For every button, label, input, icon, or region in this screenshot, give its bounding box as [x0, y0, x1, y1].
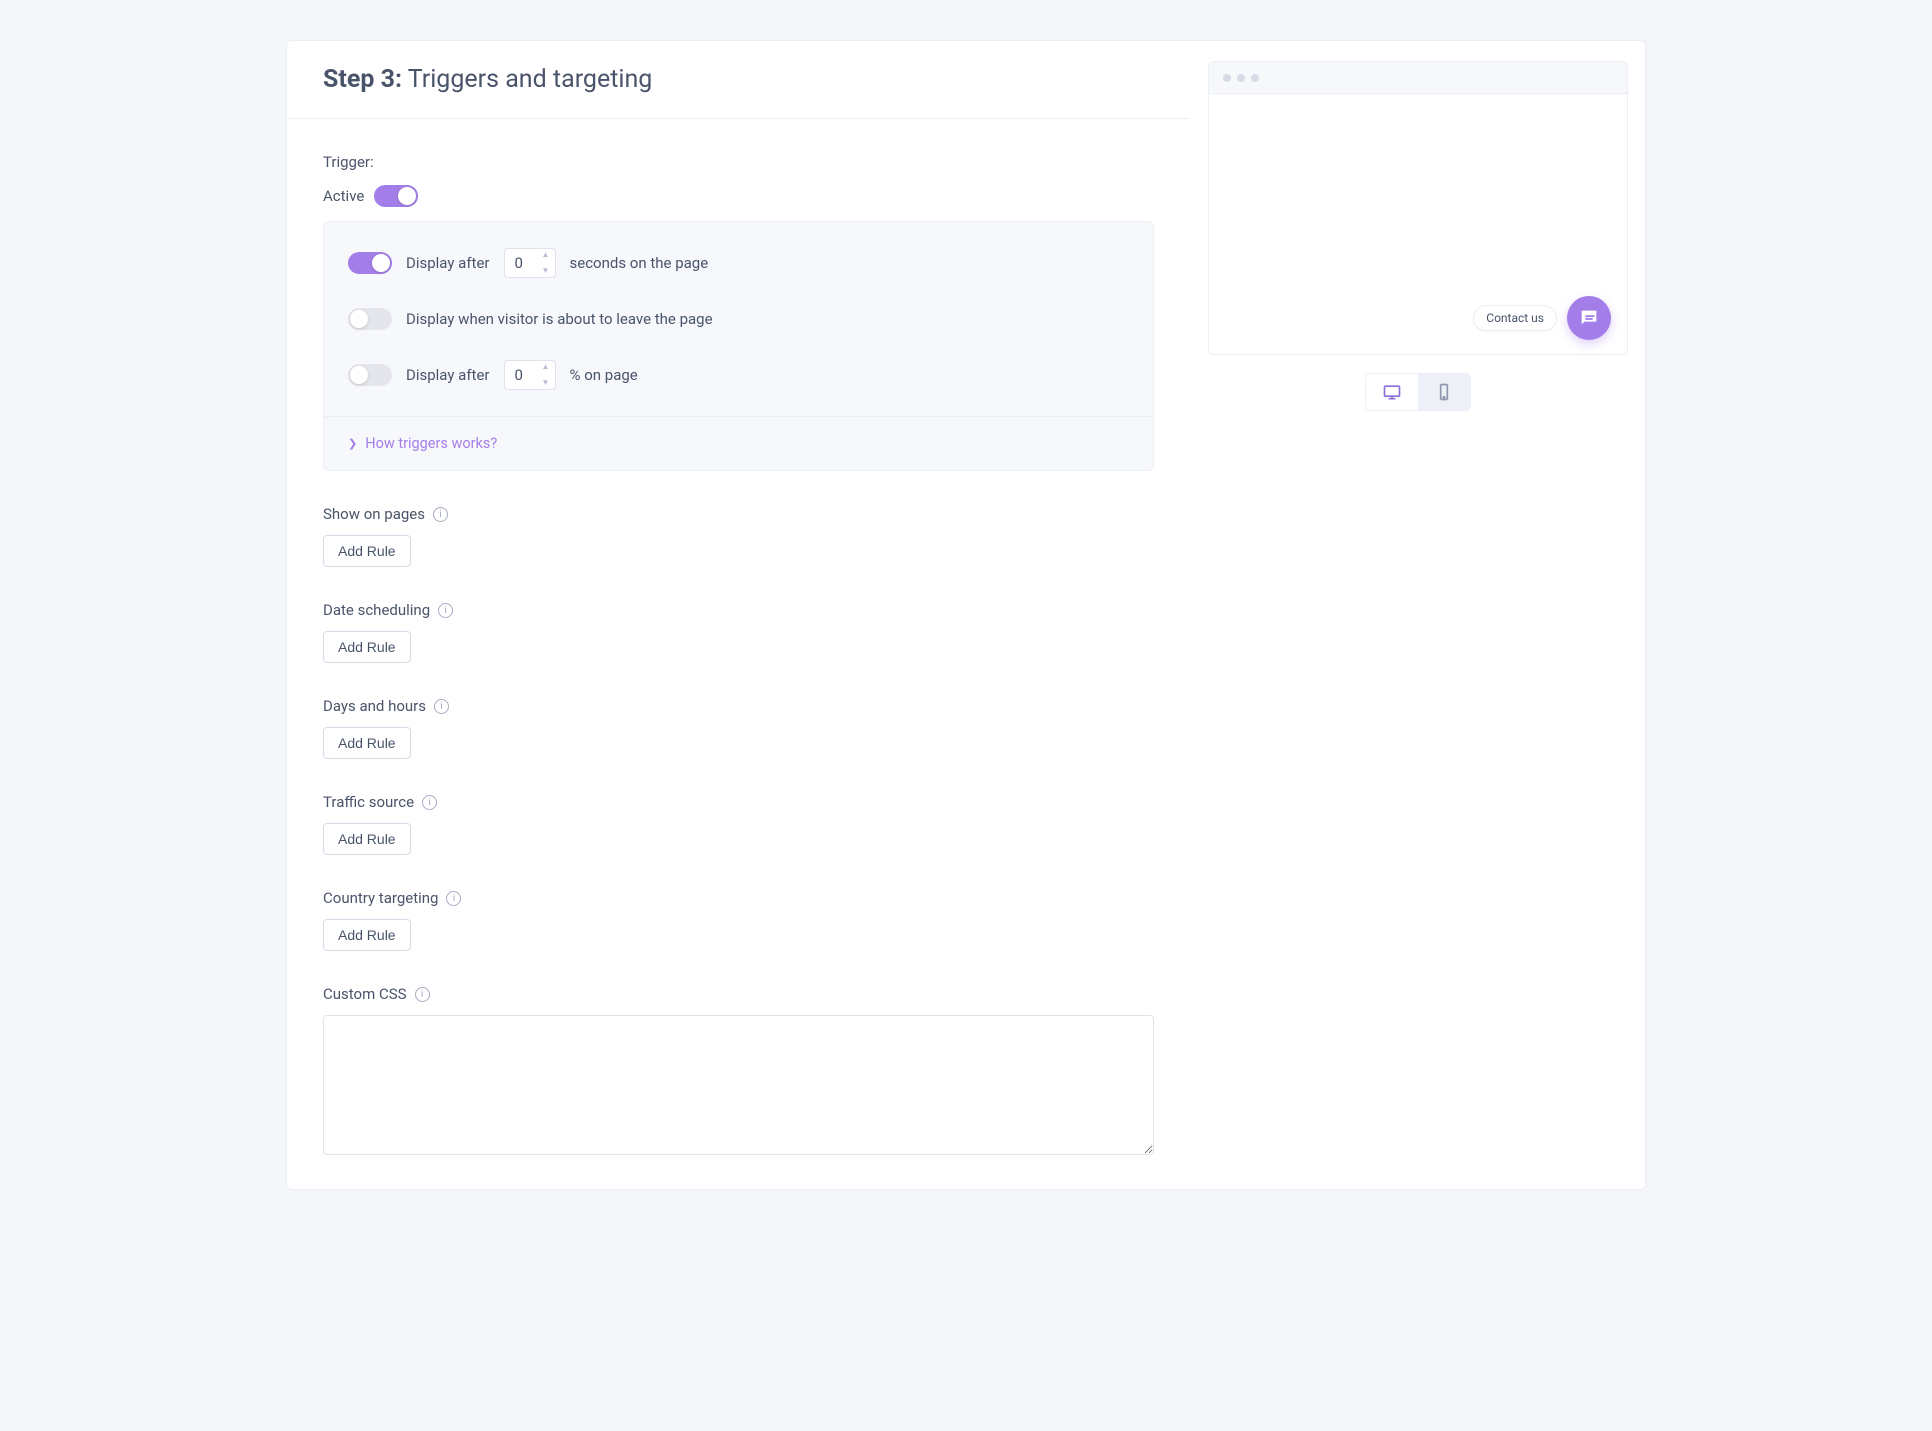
trigger-exit-intent-label: Display when visitor is about to leave t…	[406, 310, 713, 328]
trigger-after-percent-toggle[interactable]	[348, 364, 392, 386]
info-icon[interactable]: i	[434, 699, 449, 714]
window-dot-icon	[1251, 74, 1259, 82]
stepper-down-icon[interactable]: ▼	[542, 267, 552, 275]
info-icon[interactable]: i	[446, 891, 461, 906]
info-icon[interactable]: i	[433, 507, 448, 522]
trigger-after-percent-row: Display after 0 ▲▼ % on page	[348, 360, 1129, 390]
desktop-icon	[1382, 382, 1402, 402]
chat-icon	[1578, 307, 1600, 329]
contact-us-label: Contact us	[1473, 305, 1557, 331]
add-rule-country-targeting[interactable]: Add Rule	[323, 919, 411, 951]
how-triggers-work-link[interactable]: How triggers works?	[365, 435, 497, 452]
add-rule-traffic-source[interactable]: Add Rule	[323, 823, 411, 855]
device-mobile-tab[interactable]	[1418, 374, 1470, 410]
traffic-source-label: Traffic source	[323, 793, 414, 811]
device-toggle	[1365, 373, 1471, 411]
card-header: Step 3: Triggers and targeting	[287, 41, 1190, 119]
country-targeting-label: Country targeting	[323, 889, 438, 907]
mobile-icon	[1434, 382, 1454, 402]
date-scheduling-label: Date scheduling	[323, 601, 430, 619]
trigger-after-seconds-row: Display after 0 ▲▼ seconds on the page	[348, 248, 1129, 278]
step-prefix: Step 3:	[323, 65, 402, 94]
step-title: Step 3: Triggers and targeting	[323, 65, 1154, 94]
info-icon[interactable]: i	[415, 987, 430, 1002]
trigger-after-seconds-suffix: seconds on the page	[570, 254, 709, 272]
preview-panel: Contact us	[1208, 61, 1628, 355]
stepper-up-icon[interactable]: ▲	[542, 363, 552, 371]
add-rule-show-on-pages[interactable]: Add Rule	[323, 535, 411, 567]
active-toggle[interactable]	[374, 185, 418, 207]
chevron-right-icon: ❯	[348, 437, 357, 450]
trigger-after-seconds-toggle[interactable]	[348, 252, 392, 274]
trigger-exit-intent-row: Display when visitor is about to leave t…	[348, 308, 1129, 330]
add-rule-days-hours[interactable]: Add Rule	[323, 727, 411, 759]
trigger-after-percent-prefix: Display after	[406, 366, 490, 384]
chat-bubble-button[interactable]	[1567, 296, 1611, 340]
step-name: Triggers and targeting	[408, 65, 653, 94]
stepper-down-icon[interactable]: ▼	[542, 379, 552, 387]
trigger-exit-intent-toggle[interactable]	[348, 308, 392, 330]
add-rule-date-scheduling[interactable]: Add Rule	[323, 631, 411, 663]
trigger-after-seconds-input[interactable]: 0 ▲▼	[504, 248, 556, 278]
trigger-box: Display after 0 ▲▼ seconds on the page D…	[323, 221, 1154, 471]
window-dot-icon	[1237, 74, 1245, 82]
active-label: Active	[323, 187, 364, 205]
trigger-after-percent-input[interactable]: 0 ▲▼	[504, 360, 556, 390]
settings-card: Step 3: Triggers and targeting Trigger: …	[286, 40, 1646, 1190]
info-icon[interactable]: i	[422, 795, 437, 810]
custom-css-textarea[interactable]	[323, 1015, 1154, 1155]
custom-css-label: Custom CSS	[323, 985, 407, 1003]
trigger-after-seconds-prefix: Display after	[406, 254, 490, 272]
device-desktop-tab[interactable]	[1366, 374, 1418, 410]
trigger-label: Trigger:	[323, 153, 1154, 171]
info-icon[interactable]: i	[438, 603, 453, 618]
trigger-after-percent-suffix: % on page	[570, 366, 638, 384]
stepper-up-icon[interactable]: ▲	[542, 251, 552, 259]
window-dot-icon	[1223, 74, 1231, 82]
days-and-hours-label: Days and hours	[323, 697, 426, 715]
show-on-pages-label: Show on pages	[323, 505, 425, 523]
preview-window-chrome	[1209, 62, 1627, 94]
